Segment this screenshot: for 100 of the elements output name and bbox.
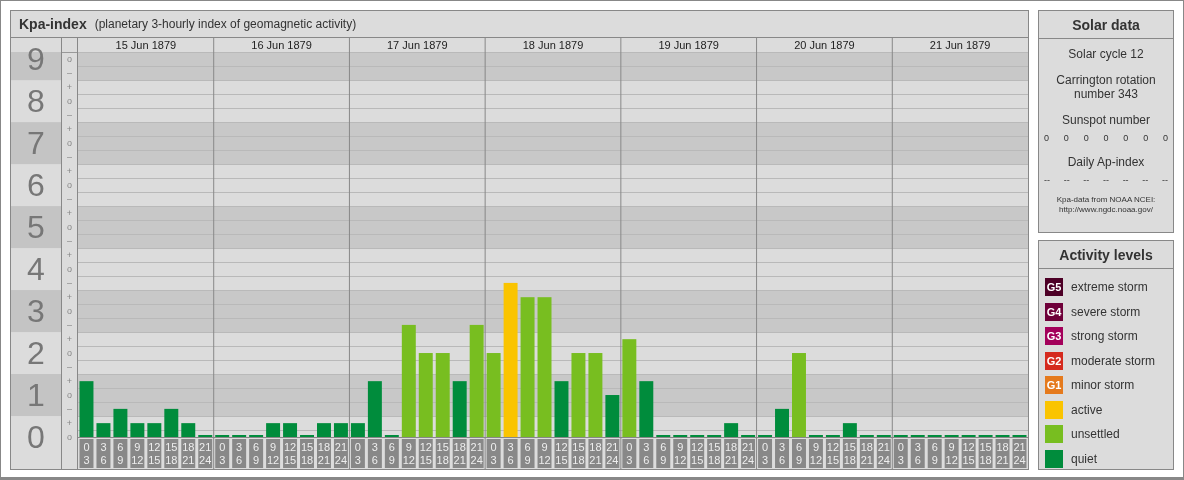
sunspot-label: Sunspot number — [1061, 113, 1151, 127]
time-slot-label: 3 6 — [232, 439, 247, 468]
axis-band — [11, 374, 61, 416]
x-tick-label: 0 3 — [490, 441, 497, 466]
scale-mark: + — [66, 418, 73, 428]
time-slot-label: 9 12 — [673, 439, 688, 468]
x-tick-label: 6 9 — [660, 441, 667, 466]
scale-mark: o — [67, 306, 72, 316]
time-slot-label: 18 21 — [724, 439, 739, 468]
time-slot-label: 9 12 — [130, 439, 145, 468]
scale-mark: o — [67, 96, 72, 106]
ap-index-value: -- — [1063, 175, 1070, 185]
scale-mark: – — [67, 320, 72, 330]
ap-index-value: -- — [1122, 175, 1129, 185]
time-slot-label: 18 21 — [588, 439, 603, 468]
time-slot-label: 3 6 — [639, 439, 654, 468]
time-slot-label: 0 3 — [758, 439, 773, 468]
axis-label: 0 — [27, 419, 45, 455]
x-tick-label: 6 9 — [524, 441, 531, 466]
x-tick-label: 0 3 — [219, 441, 226, 466]
level-label: extreme storm — [1071, 280, 1148, 295]
date-label: 16 Jun 1879 — [251, 39, 312, 51]
scale-mark: – — [67, 110, 72, 120]
level-swatch: G5 — [1045, 278, 1063, 297]
date-label: 18 Jun 1879 — [522, 39, 584, 51]
x-tick-label: 6 9 — [117, 441, 124, 466]
scale-mark: + — [66, 208, 73, 218]
time-slot-label: 12 15 — [690, 439, 705, 468]
source-link[interactable]: http://www.ngdc.noaa.gov/ — [1059, 205, 1153, 215]
time-slot-label: 6 9 — [113, 439, 128, 468]
axis-label: 6 — [27, 167, 45, 204]
time-slot-label: 21 24 — [605, 439, 620, 468]
sunspot-value: 0 — [1103, 133, 1109, 143]
scale-mark: o — [67, 348, 72, 358]
level-swatch: G3 — [1045, 327, 1063, 346]
axis-label: 4 — [27, 251, 45, 288]
date-label: 19 Jun 1879 — [658, 39, 719, 51]
level-label: strong storm — [1071, 329, 1138, 344]
axis-band — [11, 290, 61, 333]
x-tick-label: 0 3 — [897, 441, 904, 466]
axis-label: 2 — [27, 335, 45, 372]
scale-mark: + — [66, 166, 73, 176]
x-tick-label: 0 3 — [354, 441, 361, 466]
x-tick-label: 0 3 — [626, 441, 633, 466]
time-slot-label: 9 12 — [266, 439, 281, 468]
axis-label: 5 — [27, 209, 45, 246]
time-slot-label: 3 6 — [96, 439, 111, 468]
date-label: 20 Jun 1879 — [794, 39, 855, 51]
level-label: unsettled — [1071, 427, 1120, 442]
date-label: 17 Jun 1879 — [387, 39, 448, 51]
scale-mark: + — [66, 376, 73, 386]
time-slot-label: 18 21 — [317, 439, 331, 468]
level-label: quiet — [1071, 451, 1098, 466]
x-tick-label: 3 6 — [100, 441, 107, 466]
axis-band — [11, 206, 61, 249]
ap-index-value: -- — [1044, 175, 1050, 185]
chart-title: Kpa-index — [19, 16, 87, 32]
x-tick-label: 3 6 — [236, 441, 243, 466]
level-label: minor storm — [1071, 378, 1135, 393]
axis-label: 9 — [27, 41, 45, 78]
x-tick-label: 3 6 — [371, 441, 378, 466]
x-tick-label: 0 3 — [83, 441, 90, 466]
time-slot-label: 15 18 — [164, 439, 179, 468]
panel-title: Solar data — [1039, 11, 1173, 39]
data-source: Kpa-data from NOAA NCEI: — [1056, 195, 1156, 205]
chart-subtitle: (planetary 3-hourly index of geomagnetic activity) — [94, 17, 357, 31]
scale-mark: o — [67, 180, 72, 190]
x-tick-label: 6 9 — [253, 441, 260, 466]
level-label: moderate storm — [1071, 353, 1156, 368]
scale-mark: + — [66, 82, 73, 92]
scale-mark: o — [67, 54, 72, 64]
scale-mark: o — [67, 222, 72, 232]
axis-label: 1 — [27, 377, 45, 413]
date-label: 21 Jun 1879 — [929, 39, 991, 51]
scale-mark: – — [67, 404, 72, 414]
sunspot-value: 0 — [1143, 133, 1149, 143]
sunspot-value: 0 — [1083, 133, 1089, 143]
scale-mark: + — [66, 124, 73, 134]
time-slot-label: 15 18 — [707, 439, 722, 468]
sunspot-value: 0 — [1123, 133, 1129, 143]
scale-mark: – — [67, 152, 72, 162]
time-slot-label: 0 3 — [215, 439, 230, 468]
scale-mark: o — [67, 432, 72, 442]
time-slot-label: 12 15 — [283, 439, 298, 468]
ap-index-value: -- — [1102, 175, 1109, 185]
date-label: 15 Jun 1879 — [115, 39, 177, 51]
time-slot-label: 21 24 — [198, 439, 213, 468]
ap-index-value: -- — [1142, 175, 1149, 185]
scale-mark: o — [67, 264, 72, 274]
scale-mark: + — [66, 250, 73, 260]
ap-index-value: -- — [1161, 175, 1168, 185]
scale-mark: o — [67, 138, 72, 148]
axis-band — [11, 122, 61, 165]
level-label: active — [1071, 402, 1103, 417]
x-tick-label: 6 9 — [931, 441, 938, 466]
scale-mark: – — [67, 362, 72, 372]
panel-title: Activity levels — [1039, 241, 1173, 269]
time-slot-label: 15 18 — [571, 439, 586, 468]
level-swatch: G2 — [1045, 351, 1063, 370]
x-tick-label: 3 6 — [507, 441, 514, 466]
